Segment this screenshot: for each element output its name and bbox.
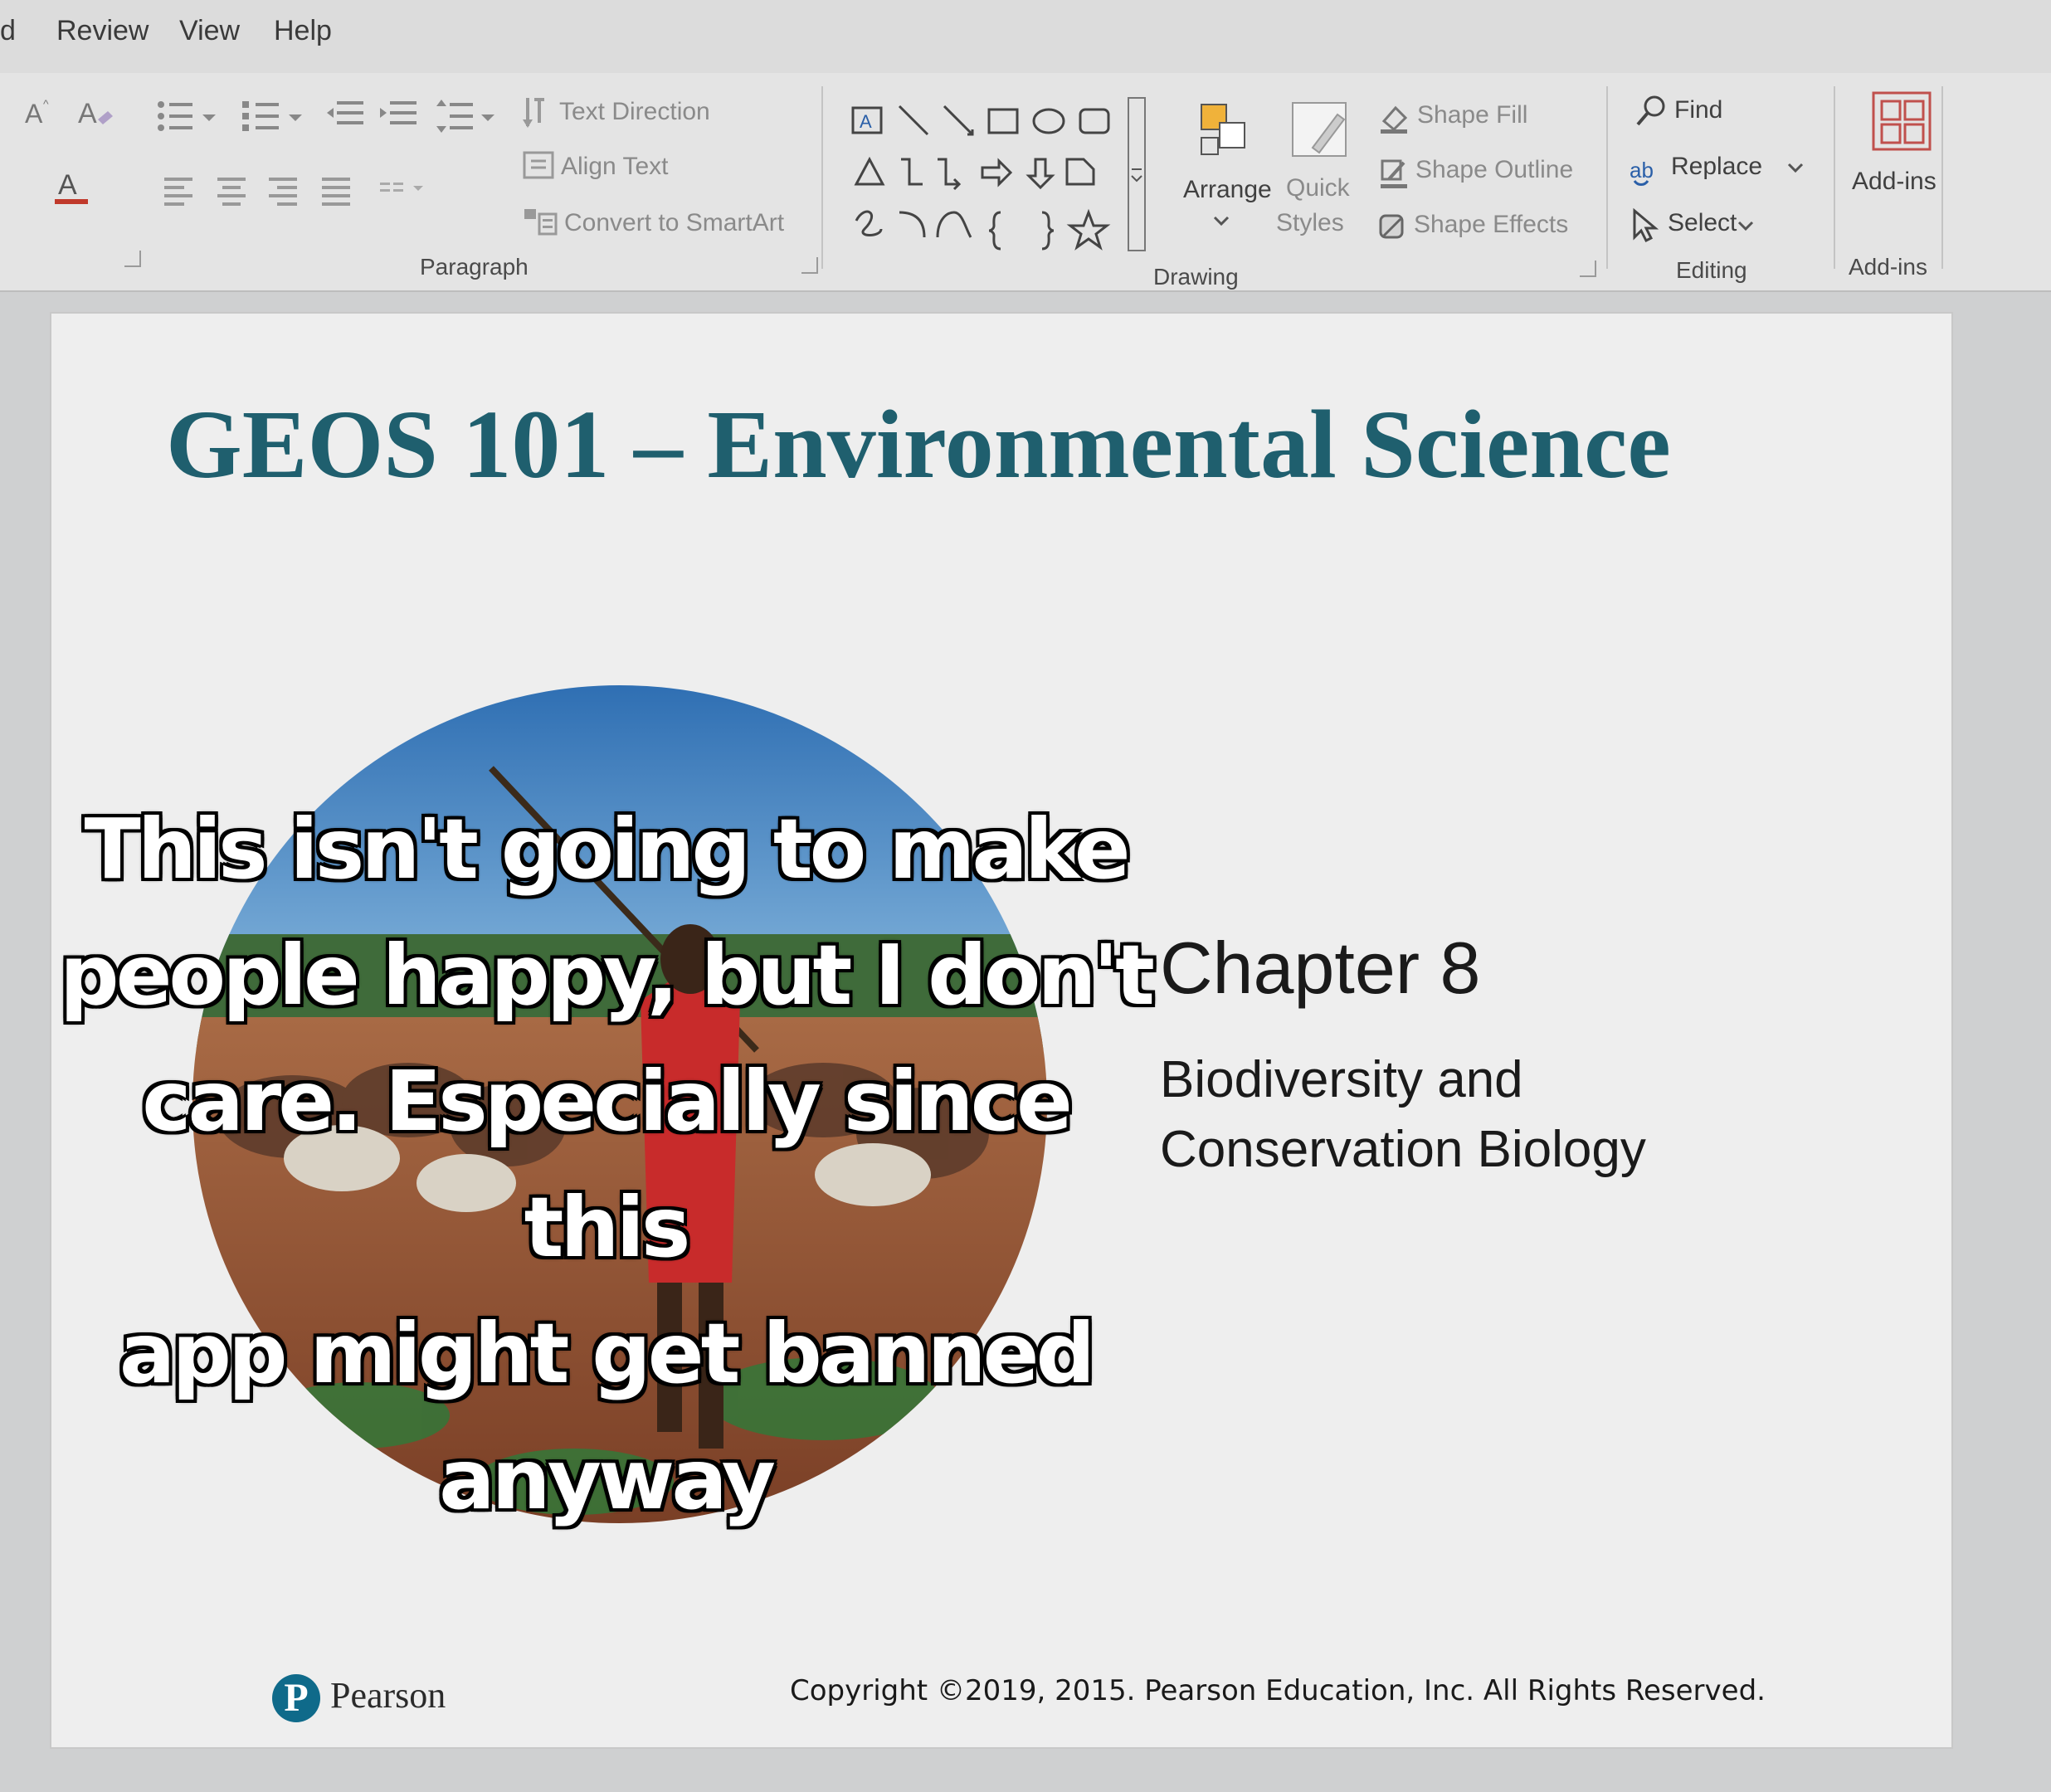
svg-text:A: A: [58, 169, 77, 201]
caption-line: people happy, but I don't: [60, 927, 1155, 1024]
shapes-gallery[interactable]: A: [840, 96, 1147, 258]
add-ins-group-label: Add-ins: [1849, 254, 1927, 280]
arrange-icon[interactable]: [1195, 98, 1261, 168]
align-right-icon[interactable]: [267, 174, 300, 212]
quick-styles-label-1[interactable]: Quick: [1286, 174, 1350, 202]
smartart-icon[interactable]: [523, 206, 559, 243]
subtitle-line: Biodiversity and: [1160, 1051, 1523, 1108]
justify-icon[interactable]: [320, 174, 353, 212]
svg-text:A: A: [78, 98, 97, 129]
separator: [821, 86, 823, 269]
chapter-subtitle[interactable]: Biodiversity and Conservation Biology: [1160, 1045, 1824, 1185]
separator: [1941, 86, 1943, 269]
menu-item-help[interactable]: Help: [274, 15, 332, 47]
caption-line: anyway: [439, 1431, 776, 1528]
increase-indent-icon[interactable]: [378, 100, 418, 137]
add-ins-icon[interactable]: [1868, 88, 1935, 158]
paragraph-group-label: Paragraph: [420, 254, 529, 280]
bullets-icon[interactable]: [154, 98, 221, 139]
font-dialog-launcher[interactable]: [124, 251, 141, 267]
svg-text:A: A: [860, 111, 872, 132]
ribbon: A ^ A A Text Direction Align Text Conver…: [0, 73, 2051, 292]
text-direction-button[interactable]: Text Direction: [559, 98, 710, 126]
menu-bar: d Review View Help: [0, 0, 2051, 73]
publisher-name: Pearson: [330, 1675, 446, 1716]
separator: [1834, 86, 1835, 269]
align-text-icon[interactable]: [521, 149, 558, 187]
replace-button[interactable]: Replace: [1671, 153, 1762, 181]
find-icon[interactable]: [1634, 93, 1668, 134]
svg-text:^: ^: [43, 97, 49, 110]
chapter-title[interactable]: Chapter 8: [1160, 926, 1480, 1010]
svg-text:A: A: [25, 99, 43, 129]
pearson-logo-icon: P: [272, 1674, 320, 1722]
quick-styles-label-2[interactable]: Styles: [1276, 209, 1344, 237]
arrange-dropdown-icon[interactable]: [1213, 216, 1230, 231]
font-color-icon[interactable]: A: [51, 166, 101, 212]
caption-line: app might get banned: [119, 1305, 1095, 1402]
numbering-icon[interactable]: [241, 98, 307, 139]
align-center-icon[interactable]: [216, 174, 249, 212]
shape-outline-button[interactable]: Shape Outline: [1415, 156, 1573, 184]
paragraph-dialog-launcher[interactable]: [801, 257, 818, 274]
caption-line: This isn't going to make: [84, 801, 1130, 898]
quick-styles-icon[interactable]: [1288, 98, 1354, 168]
clear-formatting-icon[interactable]: A: [76, 95, 114, 135]
select-button[interactable]: Select: [1668, 209, 1737, 237]
align-left-icon[interactable]: [163, 174, 196, 212]
replace-icon[interactable]: ab: [1628, 149, 1664, 190]
drawing-dialog-launcher[interactable]: [1580, 261, 1596, 277]
font-size-grow-icon[interactable]: A ^: [23, 96, 56, 134]
shape-effects-icon[interactable]: [1376, 211, 1409, 248]
separator: [1606, 86, 1608, 269]
slide-title[interactable]: GEOS 101 – Environmental Science: [166, 388, 1671, 501]
arrange-button[interactable]: Arrange: [1183, 176, 1272, 204]
caption-overlay: This isn't going to make people happy, b…: [50, 786, 1162, 1543]
shape-outline-icon[interactable]: [1377, 156, 1410, 193]
editing-group-label: Editing: [1676, 257, 1747, 283]
copyright-text: Copyright ©2019, 2015. Pearson Education…: [790, 1674, 1766, 1707]
shape-effects-button[interactable]: Shape Effects: [1414, 211, 1568, 239]
subtitle-line: Conservation Biology: [1160, 1121, 1646, 1178]
convert-to-smartart-button[interactable]: Convert to SmartArt: [564, 209, 784, 237]
text-direction-icon[interactable]: [521, 95, 554, 135]
decrease-indent-icon[interactable]: [325, 100, 365, 137]
menu-item-view[interactable]: View: [179, 15, 240, 47]
replace-dropdown-icon[interactable]: [1787, 163, 1804, 178]
select-cursor-icon[interactable]: [1630, 207, 1659, 248]
svg-text:ab: ab: [1630, 158, 1654, 183]
select-dropdown-icon[interactable]: [1737, 221, 1754, 236]
drawing-group-label: Drawing: [1153, 264, 1239, 290]
shape-fill-icon[interactable]: [1377, 101, 1410, 139]
align-text-button[interactable]: Align Text: [561, 153, 669, 181]
caption-line: care. Especially since this: [142, 1053, 1073, 1276]
menu-item-partial[interactable]: d: [0, 15, 16, 47]
find-button[interactable]: Find: [1674, 96, 1722, 124]
line-spacing-icon[interactable]: [435, 98, 498, 139]
add-ins-button[interactable]: Add-ins: [1852, 168, 1937, 196]
shape-fill-button[interactable]: Shape Fill: [1417, 101, 1527, 129]
columns-icon[interactable]: [378, 178, 436, 212]
menu-item-review[interactable]: Review: [56, 15, 149, 47]
